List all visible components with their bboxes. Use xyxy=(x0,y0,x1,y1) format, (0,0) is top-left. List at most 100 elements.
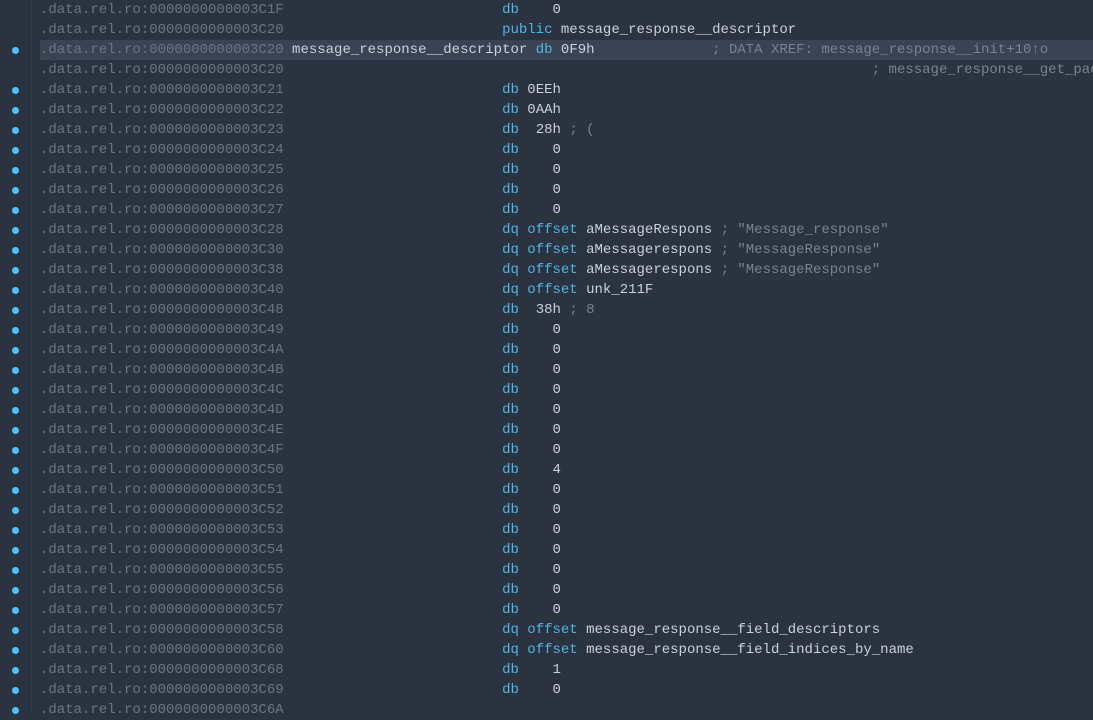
asm-line[interactable]: .data.rel.ro:0000000000003C21 db 0EEh xyxy=(40,80,1093,100)
asm-line[interactable]: .data.rel.ro:0000000000003C49 db 0 xyxy=(40,320,1093,340)
breakpoint-slot[interactable] xyxy=(0,120,31,140)
asm-line[interactable]: .data.rel.ro:0000000000003C51 db 0 xyxy=(40,480,1093,500)
segment-address: .data.rel.ro:0000000000003C22 xyxy=(40,102,284,118)
asm-line[interactable]: .data.rel.ro:0000000000003C20 ; message_… xyxy=(40,60,1093,80)
asm-line[interactable]: .data.rel.ro:0000000000003C53 db 0 xyxy=(40,520,1093,540)
breakpoint-slot[interactable] xyxy=(0,660,31,680)
breakpoint-dot-icon xyxy=(12,147,19,154)
breakpoint-slot[interactable] xyxy=(0,80,31,100)
disassembly-listing[interactable]: .data.rel.ro:0000000000003C1F db 0.data.… xyxy=(32,0,1093,712)
token-mnem: db xyxy=(536,42,553,58)
breakpoint-slot[interactable] xyxy=(0,540,31,560)
breakpoint-slot[interactable] xyxy=(0,380,31,400)
breakpoint-slot[interactable] xyxy=(0,580,31,600)
asm-line[interactable]: .data.rel.ro:0000000000003C22 db 0AAh xyxy=(40,100,1093,120)
breakpoint-slot[interactable] xyxy=(0,60,31,80)
asm-line[interactable]: .data.rel.ro:0000000000003C52 db 0 xyxy=(40,500,1093,520)
asm-line[interactable]: .data.rel.ro:0000000000003C25 db 0 xyxy=(40,160,1093,180)
asm-line[interactable]: .data.rel.ro:0000000000003C54 db 0 xyxy=(40,540,1093,560)
breakpoint-slot[interactable] xyxy=(0,520,31,540)
breakpoint-dot-icon xyxy=(12,467,19,474)
asm-line[interactable]: .data.rel.ro:0000000000003C69 db 0 xyxy=(40,680,1093,700)
asm-line[interactable]: .data.rel.ro:0000000000003C23 db 28h ; ( xyxy=(40,120,1093,140)
breakpoint-slot[interactable] xyxy=(0,460,31,480)
asm-line[interactable]: .data.rel.ro:0000000000003C26 db 0 xyxy=(40,180,1093,200)
asm-line[interactable]: .data.rel.ro:0000000000003C4B db 0 xyxy=(40,360,1093,380)
asm-line[interactable]: .data.rel.ro:0000000000003C60 dq offset … xyxy=(40,640,1093,660)
token-mnem: db xyxy=(502,142,519,158)
breakpoint-slot[interactable] xyxy=(0,40,31,60)
token-mnem: db xyxy=(502,182,519,198)
asm-line[interactable]: .data.rel.ro:0000000000003C56 db 0 xyxy=(40,580,1093,600)
breakpoint-slot[interactable] xyxy=(0,180,31,200)
breakpoint-slot[interactable] xyxy=(0,240,31,260)
breakpoint-slot[interactable] xyxy=(0,200,31,220)
xref-comment[interactable]: ; DATA XREF: message_response__init+10↑o xyxy=(679,42,1049,58)
asm-line[interactable]: .data.rel.ro:0000000000003C68 db 1 xyxy=(40,660,1093,680)
breakpoint-slot[interactable] xyxy=(0,480,31,500)
token-zero: 0 xyxy=(553,602,561,618)
breakpoint-slot[interactable] xyxy=(0,340,31,360)
asm-line[interactable]: .data.rel.ro:0000000000003C6A xyxy=(40,700,1093,720)
segment-address: .data.rel.ro:0000000000003C57 xyxy=(40,602,284,618)
asm-line[interactable]: .data.rel.ro:0000000000003C4D db 0 xyxy=(40,400,1093,420)
breakpoint-slot[interactable] xyxy=(0,280,31,300)
breakpoint-slot[interactable] xyxy=(0,140,31,160)
breakpoint-slot[interactable] xyxy=(0,500,31,520)
breakpoint-dot-icon xyxy=(12,367,19,374)
asm-line[interactable]: .data.rel.ro:0000000000003C4E db 0 xyxy=(40,420,1093,440)
asm-line[interactable]: .data.rel.ro:0000000000003C28 dq offset … xyxy=(40,220,1093,240)
segment-address: .data.rel.ro:0000000000003C4F xyxy=(40,442,284,458)
token-mnem: db xyxy=(502,2,519,18)
token-zero: 0 xyxy=(553,502,561,518)
breakpoint-slot[interactable] xyxy=(0,20,31,40)
breakpoint-dot-icon xyxy=(12,347,19,354)
asm-line[interactable]: .data.rel.ro:0000000000003C4A db 0 xyxy=(40,340,1093,360)
breakpoint-slot[interactable] xyxy=(0,600,31,620)
asm-line[interactable]: .data.rel.ro:0000000000003C50 db 4 xyxy=(40,460,1093,480)
xref-comment[interactable]: ; message_response__get_packed_size+17↑o… xyxy=(502,62,1093,78)
breakpoint-dot-icon xyxy=(12,187,19,194)
token-kw: offset xyxy=(527,242,577,258)
asm-line[interactable]: .data.rel.ro:0000000000003C20 message_re… xyxy=(40,40,1093,60)
token-ident: unk_211F xyxy=(586,282,653,298)
asm-line[interactable]: .data.rel.ro:0000000000003C27 db 0 xyxy=(40,200,1093,220)
breakpoint-slot[interactable] xyxy=(0,680,31,700)
breakpoint-slot[interactable] xyxy=(0,0,31,20)
breakpoint-slot[interactable] xyxy=(0,420,31,440)
token-zero: 0 xyxy=(553,482,561,498)
breakpoint-slot[interactable] xyxy=(0,100,31,120)
asm-line[interactable]: .data.rel.ro:0000000000003C1F db 0 xyxy=(40,0,1093,20)
breakpoint-slot[interactable] xyxy=(0,620,31,640)
asm-line[interactable]: .data.rel.ro:0000000000003C4F db 0 xyxy=(40,440,1093,460)
breakpoint-slot[interactable] xyxy=(0,160,31,180)
token-mnem: db xyxy=(502,122,519,138)
breakpoint-slot[interactable] xyxy=(0,320,31,340)
asm-line[interactable]: .data.rel.ro:0000000000003C55 db 0 xyxy=(40,560,1093,580)
asm-line[interactable]: .data.rel.ro:0000000000003C58 dq offset … xyxy=(40,620,1093,640)
token-num: 28h xyxy=(536,122,561,138)
breakpoint-slot[interactable] xyxy=(0,640,31,660)
asm-line[interactable]: .data.rel.ro:0000000000003C48 db 38h ; 8 xyxy=(40,300,1093,320)
breakpoint-gutter[interactable] xyxy=(0,0,32,712)
breakpoint-slot[interactable] xyxy=(0,360,31,380)
asm-line[interactable]: .data.rel.ro:0000000000003C30 dq offset … xyxy=(40,240,1093,260)
token-mnem: db xyxy=(502,342,519,358)
breakpoint-slot[interactable] xyxy=(0,440,31,460)
segment-address: .data.rel.ro:0000000000003C4B xyxy=(40,362,284,378)
code-label[interactable]: message_response__descriptor xyxy=(292,42,527,58)
asm-line[interactable]: .data.rel.ro:0000000000003C57 db 0 xyxy=(40,600,1093,620)
token-zero: 0 xyxy=(553,362,561,378)
breakpoint-slot[interactable] xyxy=(0,300,31,320)
asm-line[interactable]: .data.rel.ro:0000000000003C20 public mes… xyxy=(40,20,1093,40)
asm-line[interactable]: .data.rel.ro:0000000000003C4C db 0 xyxy=(40,380,1093,400)
token-mnem: dq xyxy=(502,242,519,258)
breakpoint-slot[interactable] xyxy=(0,220,31,240)
breakpoint-slot[interactable] xyxy=(0,400,31,420)
breakpoint-slot[interactable] xyxy=(0,260,31,280)
breakpoint-slot[interactable] xyxy=(0,700,31,720)
asm-line[interactable]: .data.rel.ro:0000000000003C38 dq offset … xyxy=(40,260,1093,280)
breakpoint-slot[interactable] xyxy=(0,560,31,580)
asm-line[interactable]: .data.rel.ro:0000000000003C40 dq offset … xyxy=(40,280,1093,300)
asm-line[interactable]: .data.rel.ro:0000000000003C24 db 0 xyxy=(40,140,1093,160)
